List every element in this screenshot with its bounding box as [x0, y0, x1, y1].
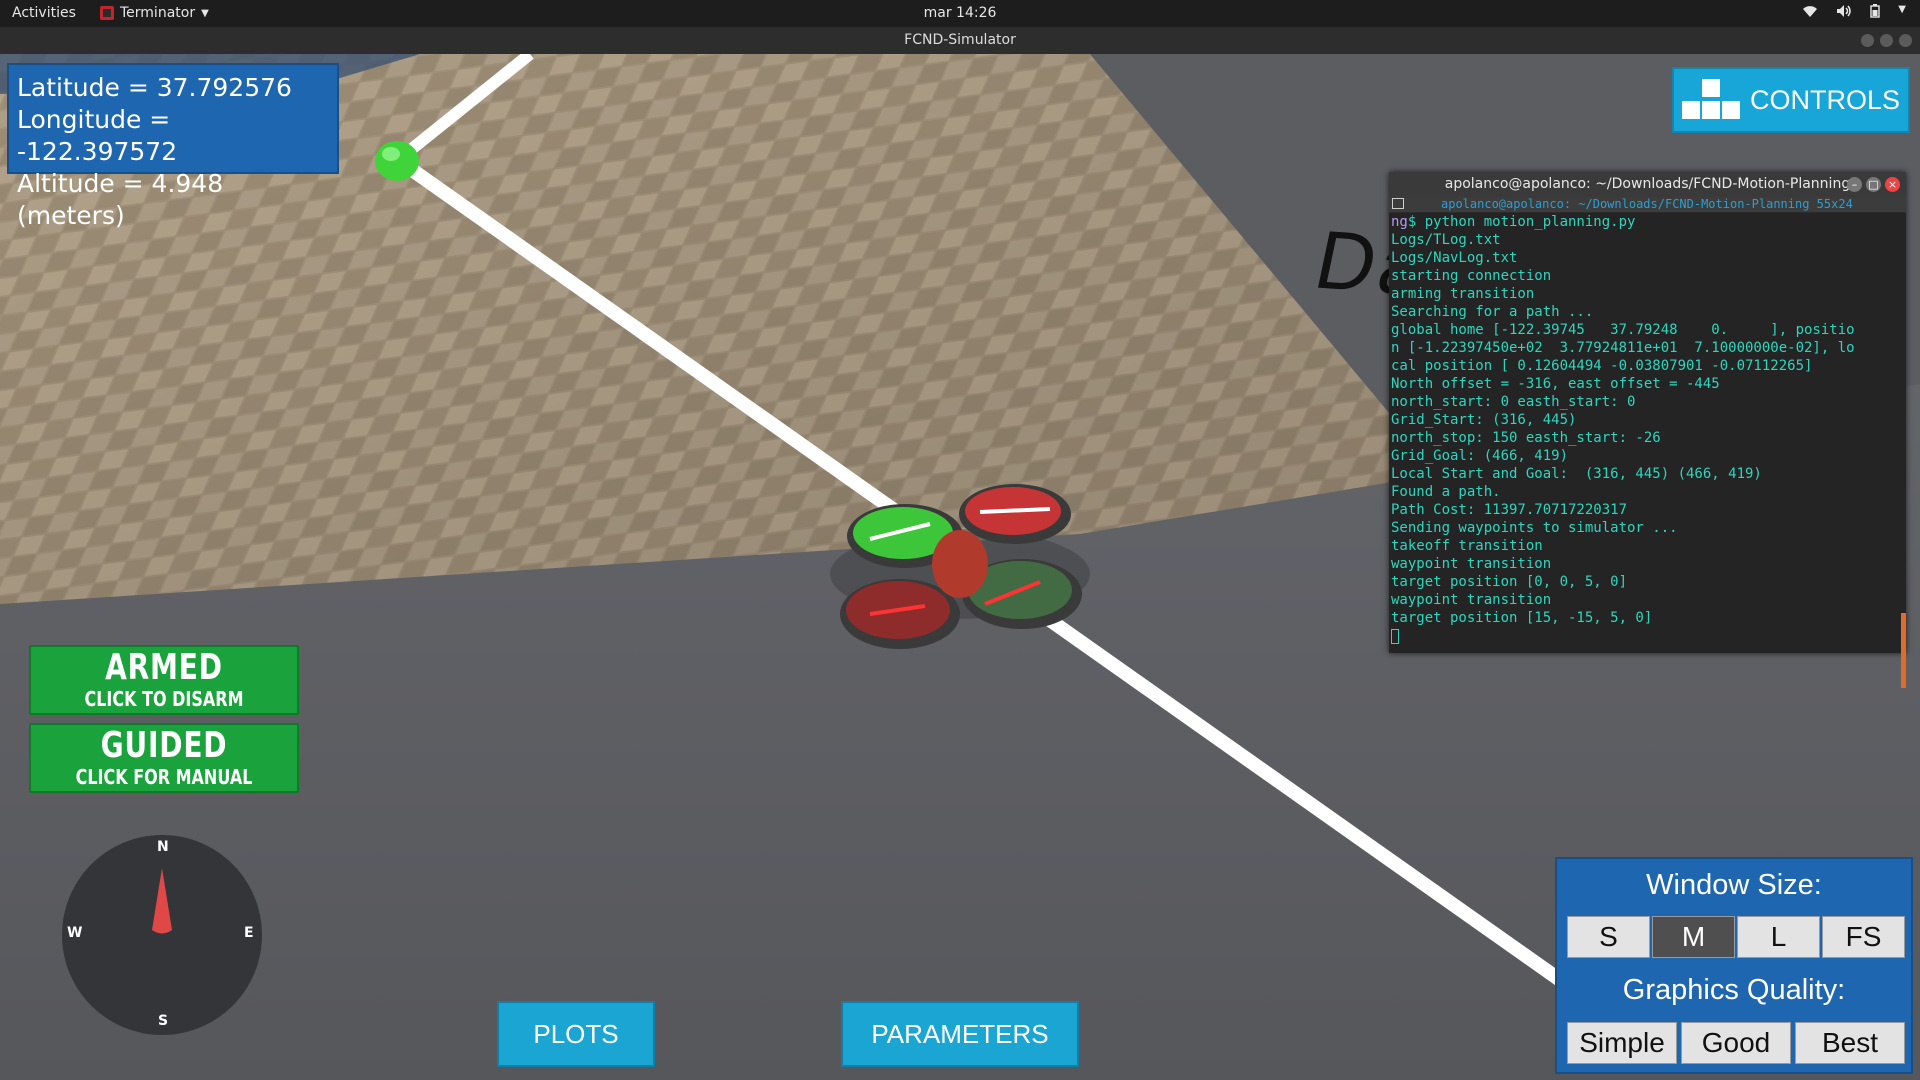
- terminal-prompt: ng: [1391, 214, 1408, 230]
- terminal-line: Logs/NavLog.txt: [1391, 250, 1518, 266]
- terminal-window[interactable]: apolanco@apolanco: ~/Downloads/FCND-Moti…: [1389, 172, 1906, 688]
- terminal-minimize-icon[interactable]: –: [1847, 177, 1862, 192]
- terminal-window-buttons: – □ ×: [1847, 177, 1900, 192]
- terminal-app-icon: [100, 6, 114, 20]
- terminal-cursor: [1391, 628, 1399, 644]
- window-title-bar: FCND-Simulator: [0, 27, 1920, 54]
- window-size-title: Window Size:: [1646, 869, 1822, 901]
- close-icon[interactable]: [1899, 34, 1912, 47]
- altitude-readout: Altitude = 4.948 (meters): [17, 169, 224, 230]
- size-s-button[interactable]: S: [1567, 916, 1650, 958]
- terminal-line: Found a path.: [1391, 484, 1501, 500]
- battery-icon[interactable]: [1870, 4, 1880, 22]
- terminal-line: target position [0, 0, 5, 0]: [1391, 574, 1628, 590]
- terminal-line: arming transition: [1391, 286, 1535, 302]
- display-settings-panel: Window Size: S M L FS Graphics Quality: …: [1555, 857, 1913, 1074]
- position-panel: Latitude = 37.792576 Longitude = -122.39…: [7, 63, 339, 230]
- terminal-line: Grid_Start: (316, 445): [1391, 412, 1577, 428]
- controls-label: CONTROLS: [1750, 84, 1901, 115]
- size-fs-button[interactable]: FS: [1822, 916, 1905, 958]
- app-menu-label: Terminator: [120, 5, 196, 21]
- longitude-readout: Longitude = -122.397572: [17, 105, 178, 166]
- terminal-command: $ python motion_planning.py: [1407, 214, 1636, 230]
- terminal-tab-bar[interactable]: apolanco@apolanco: ~/Downloads/FCND-Moti…: [1389, 197, 1906, 212]
- terminal-subtitle: apolanco@apolanco: ~/Downloads/FCND-Moti…: [1441, 197, 1853, 211]
- terminal-line: Grid_Goal: (466, 419): [1391, 448, 1569, 464]
- window-title: FCND-Simulator: [904, 32, 1016, 48]
- terminal-line: n [-1.22397450e+02 3.77924811e+01 7.1000…: [1391, 340, 1855, 356]
- terminal-output[interactable]: ng$ python motion_planning.py Logs/TLog.…: [1389, 213, 1906, 688]
- system-top-bar: Activities Terminator ▼ mar 14:26 ▼: [0, 0, 1920, 27]
- wifi-icon[interactable]: [1802, 4, 1818, 22]
- terminal-line: waypoint transition: [1391, 556, 1552, 572]
- plots-button[interactable]: PLOTS: [497, 1001, 655, 1067]
- quality-good-button[interactable]: Good: [1681, 1022, 1791, 1064]
- terminal-line: Path Cost: 11397.70717220317: [1391, 502, 1628, 518]
- terminal-command-line: ng$ python motion_planning.py: [1389, 213, 1906, 231]
- controls-keys-icon: [1680, 77, 1742, 123]
- system-menu-chevron-icon[interactable]: ▼: [1898, 4, 1906, 22]
- armed-state-label: ARMED: [105, 647, 223, 688]
- terminal-line: cal position [ 0.12604494 -0.03807901 -0…: [1391, 358, 1813, 374]
- armed-action-label: CLICK TO DISARM: [84, 687, 244, 711]
- clock[interactable]: mar 14:26: [0, 5, 1920, 21]
- guided-state-label: GUIDED: [100, 725, 228, 766]
- terminal-line: north_stop: 150 easth_start: -26: [1391, 430, 1661, 446]
- app-menu[interactable]: Terminator ▼: [100, 5, 209, 21]
- controls-button[interactable]: CONTROLS: [1672, 67, 1910, 133]
- armed-button[interactable]: ARMED CLICK TO DISARM: [29, 645, 299, 715]
- quality-simple-button[interactable]: Simple: [1567, 1022, 1677, 1064]
- terminal-line: north_start: 0 easth_start: 0: [1391, 394, 1636, 410]
- chevron-down-icon: ▼: [201, 7, 209, 19]
- terminal-close-icon[interactable]: ×: [1885, 177, 1900, 192]
- latitude-readout: Latitude = 37.792576: [17, 73, 292, 102]
- terminal-title: apolanco@apolanco: ~/Downloads/FCND-Moti…: [1444, 176, 1851, 192]
- size-m-button[interactable]: M: [1652, 916, 1735, 958]
- terminal-maximize-icon[interactable]: □: [1866, 177, 1881, 192]
- guided-action-label: CLICK FOR MANUAL: [75, 765, 253, 789]
- compass: N E S W: [62, 835, 262, 1035]
- terminal-scrollbar[interactable]: [1901, 613, 1906, 688]
- terminal-line: starting connection: [1391, 268, 1552, 284]
- volume-icon[interactable]: [1836, 4, 1852, 22]
- compass-needle-icon: [152, 868, 172, 934]
- activities-button[interactable]: Activities: [12, 5, 76, 21]
- maximize-icon[interactable]: [1880, 34, 1893, 47]
- terminal-line: Logs/TLog.txt: [1391, 232, 1501, 248]
- system-tray[interactable]: ▼: [1802, 4, 1906, 22]
- guided-button[interactable]: GUIDED CLICK FOR MANUAL: [29, 723, 299, 793]
- graphics-quality-title: Graphics Quality:: [1622, 974, 1846, 1006]
- terminal-line: Local Start and Goal: (316, 445) (466, 4…: [1391, 466, 1762, 482]
- terminal-line: target position [15, -15, 5, 0]: [1391, 610, 1653, 626]
- minimize-icon[interactable]: [1861, 34, 1874, 47]
- window-buttons: [1861, 34, 1912, 47]
- terminal-cursor-line: [1389, 627, 1906, 645]
- terminal-line: waypoint transition: [1391, 592, 1552, 608]
- size-l-button[interactable]: L: [1737, 916, 1820, 958]
- quality-best-button[interactable]: Best: [1795, 1022, 1905, 1064]
- terminal-lines: Logs/TLog.txt Logs/NavLog.txt starting con…: [1389, 231, 1906, 627]
- terminal-tab-icon[interactable]: [1392, 198, 1404, 209]
- terminal-title-bar[interactable]: apolanco@apolanco: ~/Downloads/FCND-Moti…: [1389, 172, 1906, 197]
- parameters-button[interactable]: PARAMETERS: [841, 1001, 1079, 1067]
- terminal-line: global home [-122.39745 37.79248 0. ], p…: [1391, 322, 1855, 338]
- terminal-line: Sending waypoints to simulator ...: [1391, 520, 1678, 536]
- terminal-line: North offset = -316, east offset = -445: [1391, 376, 1720, 392]
- terminal-line: Searching for a path ...: [1391, 304, 1594, 320]
- terminal-line: takeoff transition: [1391, 538, 1543, 554]
